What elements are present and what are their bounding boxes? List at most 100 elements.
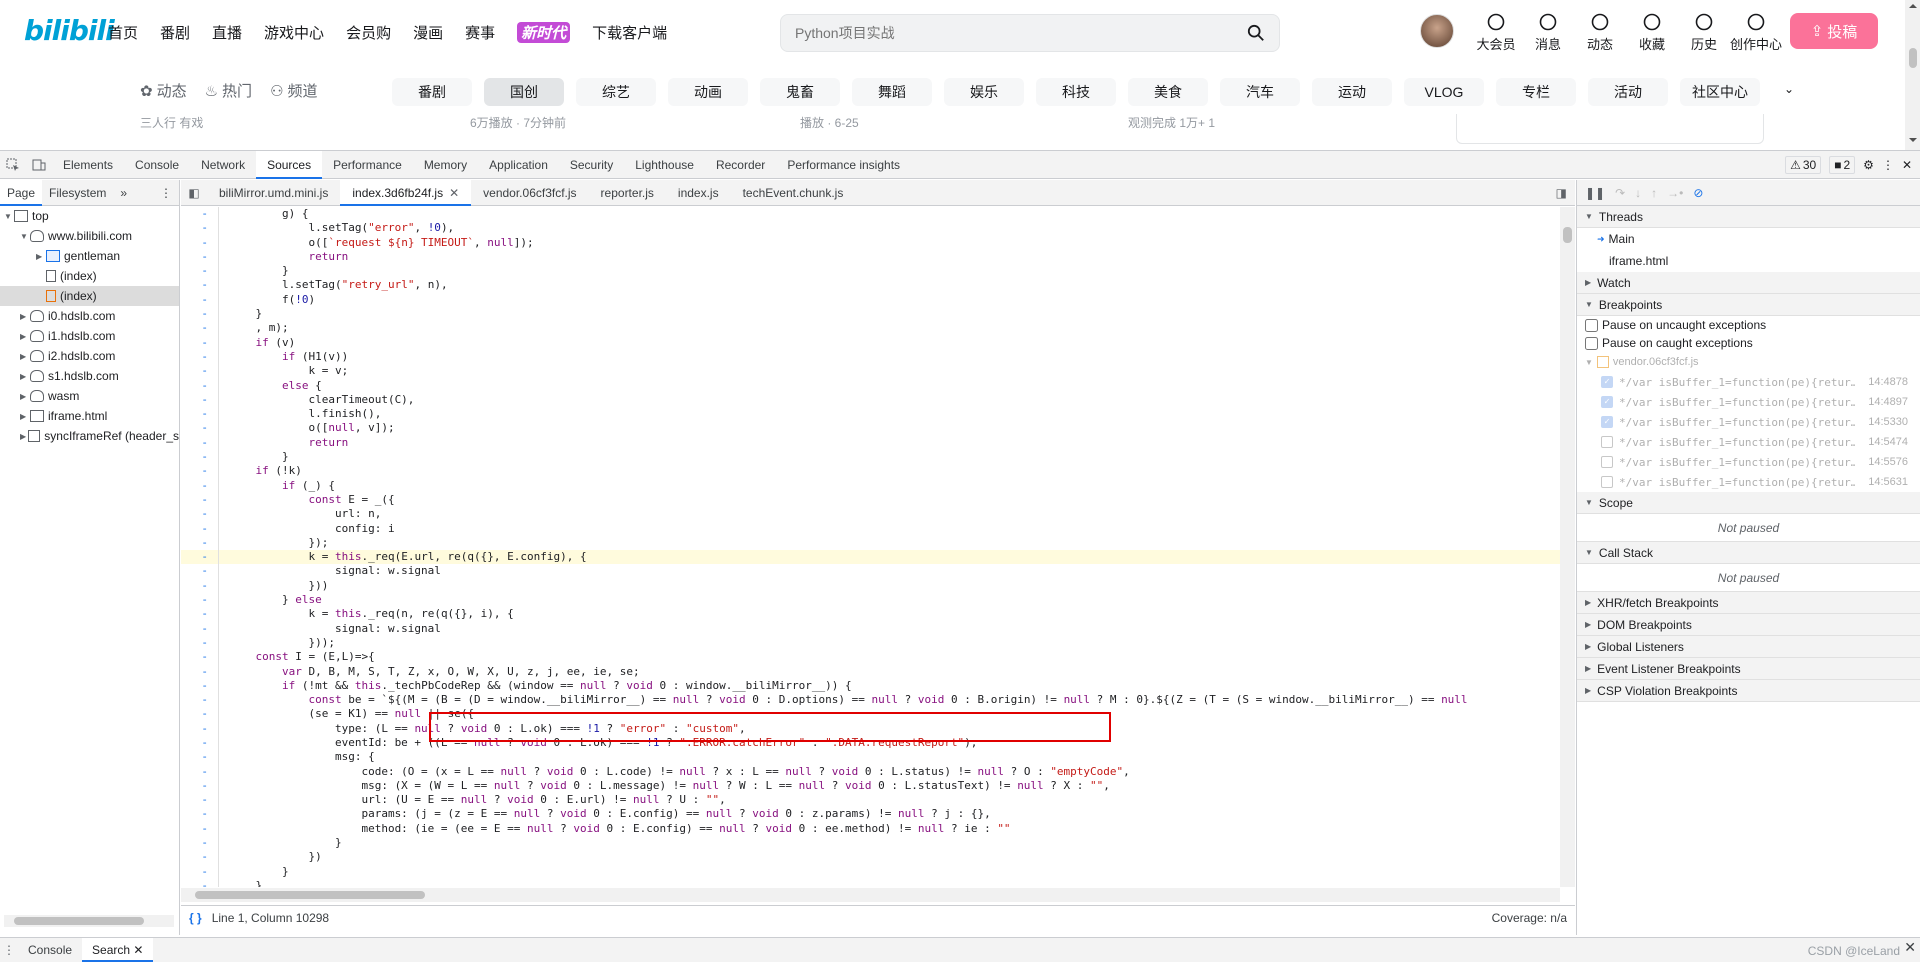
tab-sources[interactable]: Sources [256, 150, 323, 179]
line-gutter[interactable]: - [181, 807, 219, 822]
breakpoint-item[interactable]: */var isBuffer_1=function(pe){retur… 14:5… [1577, 432, 1920, 452]
file-tab[interactable]: reporter.js [589, 180, 666, 206]
drawer-menu-icon[interactable]: ⋮ [0, 943, 18, 957]
channel-pill[interactable]: 鬼畜 [760, 78, 840, 106]
step-into-icon[interactable]: ↓ [1635, 186, 1641, 200]
line-gutter[interactable]: - [181, 207, 219, 222]
tree-item[interactable]: (index) [0, 266, 179, 286]
nav-item-3[interactable]: 游戏中心 [264, 22, 324, 43]
tab-network[interactable]: Network [190, 151, 256, 179]
search-box[interactable] [780, 14, 1280, 52]
line-gutter[interactable]: - [181, 221, 219, 236]
line-gutter[interactable]: - [181, 521, 219, 536]
download-client-link[interactable]: 下载客户端 [592, 22, 667, 43]
tab-recorder[interactable]: Recorder [705, 151, 776, 179]
breakpoint-checkbox[interactable]: ✓ [1601, 376, 1613, 388]
line-gutter[interactable]: - [181, 478, 219, 493]
device-toolbar-icon[interactable] [26, 151, 52, 179]
line-gutter[interactable]: - [181, 778, 219, 794]
line-gutter[interactable]: - [181, 607, 219, 622]
close-drawer-icon[interactable]: ✕ [1904, 939, 1916, 956]
line-gutter[interactable]: - [181, 850, 219, 865]
tree-item[interactable]: ▼ top [0, 206, 179, 226]
line-gutter[interactable]: - [181, 321, 219, 336]
breakpoint-item[interactable]: */var isBuffer_1=function(pe){retur… 14:5… [1577, 452, 1920, 472]
scope-section[interactable]: ▼ Scope [1577, 492, 1920, 514]
pause-icon[interactable]: ❚❚ [1585, 186, 1605, 200]
tab-application[interactable]: Application [478, 151, 559, 179]
line-gutter[interactable]: - [181, 464, 219, 479]
line-gutter[interactable]: - [181, 535, 219, 551]
line-gutter[interactable]: - [181, 450, 219, 465]
line-gutter[interactable]: - [181, 307, 219, 322]
file-tab[interactable]: biliMirror.umd.mini.js [207, 180, 340, 206]
line-gutter[interactable]: - [181, 564, 219, 579]
channel-pill[interactable]: VLOG [1404, 78, 1484, 106]
nav-item-4[interactable]: 会员购 [346, 22, 391, 43]
navigator-menu-icon[interactable]: ⋮ [153, 180, 179, 206]
channel-pill[interactable]: 国创 [484, 78, 564, 106]
tab-security[interactable]: Security [559, 151, 624, 179]
line-gutter[interactable]: - [181, 635, 219, 651]
line-gutter[interactable]: - [181, 421, 219, 436]
line-gutter[interactable]: - [181, 578, 219, 594]
line-gutter[interactable]: - [181, 621, 219, 636]
pause-caught-row[interactable]: Pause on caught exceptions [1577, 334, 1920, 352]
channel-pill[interactable]: 科技 [1036, 78, 1116, 106]
close-devtools-icon[interactable]: ✕ [1902, 158, 1912, 172]
tab-lighthouse[interactable]: Lighthouse [624, 151, 705, 179]
line-gutter[interactable]: - [181, 693, 219, 708]
file-tab[interactable]: vendor.06cf3fcf.js [471, 180, 588, 206]
line-gutter[interactable]: - [181, 721, 219, 736]
line-gutter[interactable]: - [181, 550, 219, 565]
tab-page[interactable]: Page [0, 179, 43, 206]
more-tabs-icon[interactable]: » [113, 180, 134, 206]
tree-item[interactable]: ▶ i2.hdslb.com [0, 346, 179, 366]
line-gutter[interactable]: - [181, 764, 219, 779]
breakpoint-item[interactable]: ✓ */var isBuffer_1=function(pe){retur… 14:… [1577, 372, 1920, 392]
tab-elements[interactable]: Elements [52, 151, 124, 179]
channel-pill[interactable]: 活动 [1588, 78, 1668, 106]
tree-item[interactable]: ▼ www.bilibili.com [0, 226, 179, 246]
tree-item[interactable]: ▶ s1.hdslb.com [0, 366, 179, 386]
disclosure-icon[interactable]: ▶ [20, 392, 30, 401]
step-over-icon[interactable]: ↷ [1615, 186, 1625, 200]
tab-memory[interactable]: Memory [413, 151, 478, 179]
user-nav-2[interactable]: 动态 [1574, 12, 1626, 53]
line-gutter[interactable]: - [181, 264, 219, 279]
breakpoint-checkbox[interactable]: ✓ [1601, 416, 1613, 428]
line-gutter[interactable]: - [181, 864, 219, 879]
inspect-element-icon[interactable] [0, 151, 26, 179]
close-icon[interactable]: ✕ [133, 943, 143, 957]
page-scrollbar[interactable] [1905, 0, 1920, 150]
code-horizontal-scrollbar[interactable] [181, 888, 1560, 902]
disclosure-icon[interactable]: ▶ [20, 312, 30, 321]
line-gutter[interactable]: - [181, 249, 219, 265]
channel-pill[interactable]: 汽车 [1220, 78, 1300, 106]
search-input[interactable] [781, 15, 1221, 51]
warnings-counter[interactable]: ⚠ 30 [1785, 155, 1822, 174]
debugger-section[interactable]: ▶ Global Listeners [1577, 636, 1920, 658]
user-nav-0[interactable]: 大会员 [1470, 12, 1522, 53]
channel-pill[interactable]: 舞蹈 [852, 78, 932, 106]
breakpoint-item[interactable]: ✓ */var isBuffer_1=function(pe){retur… 14:… [1577, 392, 1920, 412]
breakpoint-checkbox[interactable] [1601, 456, 1613, 468]
bilibili-logo[interactable]: bilibili [24, 14, 115, 47]
line-gutter[interactable]: - [181, 593, 219, 608]
navigator-scrollbar[interactable] [4, 915, 174, 927]
channel-pill[interactable]: 娱乐 [944, 78, 1024, 106]
search-icon[interactable] [1247, 24, 1265, 42]
nav-item-0[interactable]: 首页 [108, 22, 138, 43]
close-tab-icon[interactable]: ✕ [449, 186, 459, 200]
breakpoint-item[interactable]: */var isBuffer_1=function(pe){retur… 14:5… [1577, 472, 1920, 492]
thread-iframe[interactable]: iframe.html [1577, 250, 1920, 272]
line-gutter[interactable]: - [181, 664, 219, 679]
channel-pill[interactable]: 动画 [668, 78, 748, 106]
line-gutter[interactable]: - [181, 793, 219, 808]
channel-pill[interactable]: 专栏 [1496, 78, 1576, 106]
breakpoint-item[interactable]: ✓ */var isBuffer_1=function(pe){retur… 14:… [1577, 412, 1920, 432]
more-menu-icon[interactable]: ⋮ [1882, 158, 1894, 172]
line-gutter[interactable]: - [181, 435, 219, 451]
line-gutter[interactable]: - [181, 750, 219, 765]
pause-uncaught-checkbox[interactable] [1585, 318, 1598, 332]
